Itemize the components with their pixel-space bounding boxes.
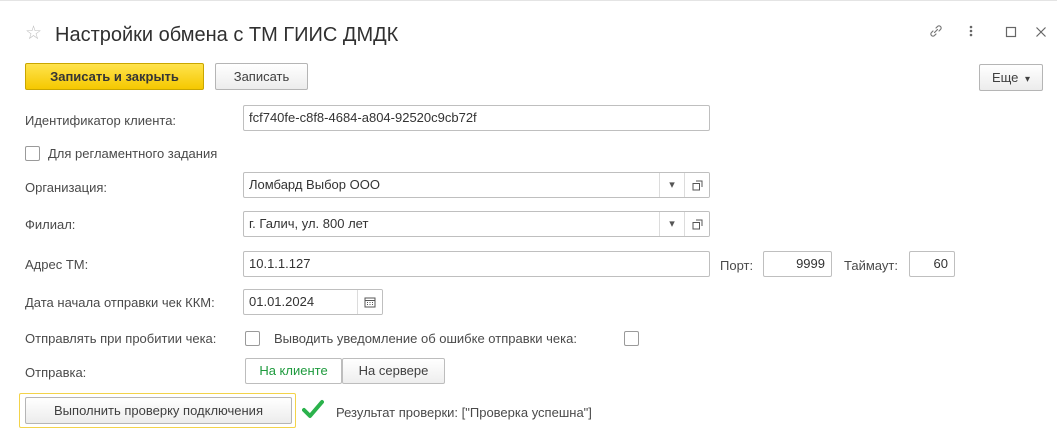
notify-error-checkbox[interactable] [624, 331, 639, 346]
success-check-icon [302, 399, 324, 419]
dropdown-arrow-icon[interactable]: ▾ [659, 212, 684, 236]
dropdown-arrow-icon[interactable]: ▾ [659, 173, 684, 197]
send-on-receipt-label: Отправлять при пробитии чека: [25, 331, 217, 346]
scheduled-task-checkbox[interactable] [25, 146, 40, 161]
organization-value: Ломбард Выбор ООО [249, 177, 380, 192]
more-menu-button[interactable]: Еще ▾ [979, 64, 1043, 91]
client-id-field[interactable]: fcf740fe-c8f8-4684-a804-92520c9cb72f [243, 105, 710, 131]
save-button[interactable]: Записать [215, 63, 308, 90]
close-icon[interactable] [1032, 23, 1050, 45]
check-result-label: Результат проверки: [336, 405, 459, 420]
more-label: Еще [991, 70, 1019, 85]
tm-address-label: Адрес ТМ: [25, 257, 89, 272]
branch-field[interactable]: г. Галич, ул. 800 лет ▾ [243, 211, 710, 237]
settings-window: ☆ Настройки обмена с ТМ ГИИС ДМДК Записа… [0, 0, 1057, 433]
favorite-star-icon[interactable]: ☆ [25, 24, 45, 44]
send-on-receipt-checkbox[interactable] [245, 331, 260, 346]
port-label: Порт: [720, 258, 754, 273]
chevron-down-icon: ▾ [1025, 74, 1031, 85]
client-id-label: Идентификатор клиента: [25, 113, 177, 128]
send-mode-client-option[interactable]: На клиенте [245, 358, 342, 384]
calendar-icon[interactable] [357, 290, 382, 314]
maximize-icon[interactable] [1003, 23, 1019, 45]
open-link-icon[interactable] [684, 212, 709, 236]
organization-field[interactable]: Ломбард Выбор ООО ▾ [243, 172, 710, 198]
window-title: Настройки обмена с ТМ ГИИС ДМДК [55, 24, 399, 46]
more-vertical-icon[interactable] [963, 23, 979, 45]
send-mode-server-option[interactable]: На сервере [342, 358, 445, 384]
tm-address-field[interactable]: 10.1.1.127 [243, 251, 710, 277]
save-and-close-button[interactable]: Записать и закрыть [25, 63, 204, 90]
timeout-label: Таймаут: [844, 258, 898, 273]
timeout-field[interactable]: 60 [909, 251, 955, 277]
start-date-value: 01.01.2024 [249, 294, 315, 309]
check-result: Результат проверки: ["Проверка успешна"] [336, 405, 592, 421]
branch-value: г. Галич, ул. 800 лет [249, 216, 369, 231]
send-mode-label: Отправка: [25, 365, 87, 380]
scheduled-task-label: Для регламентного задания [48, 146, 218, 161]
branch-label: Филиал: [25, 217, 76, 232]
check-connection-button[interactable]: Выполнить проверку подключения [25, 397, 292, 424]
link-icon[interactable] [925, 23, 947, 45]
port-field[interactable]: 9999 [763, 251, 832, 277]
check-result-value: ["Проверка успешна"] [461, 405, 592, 420]
notify-error-label: Выводить уведомление об ошибке отправки … [274, 331, 577, 346]
organization-label: Организация: [25, 180, 108, 195]
start-date-field[interactable]: 01.01.2024 [243, 289, 383, 315]
start-date-label: Дата начала отправки чек ККМ: [25, 295, 215, 310]
open-link-icon[interactable] [684, 173, 709, 197]
